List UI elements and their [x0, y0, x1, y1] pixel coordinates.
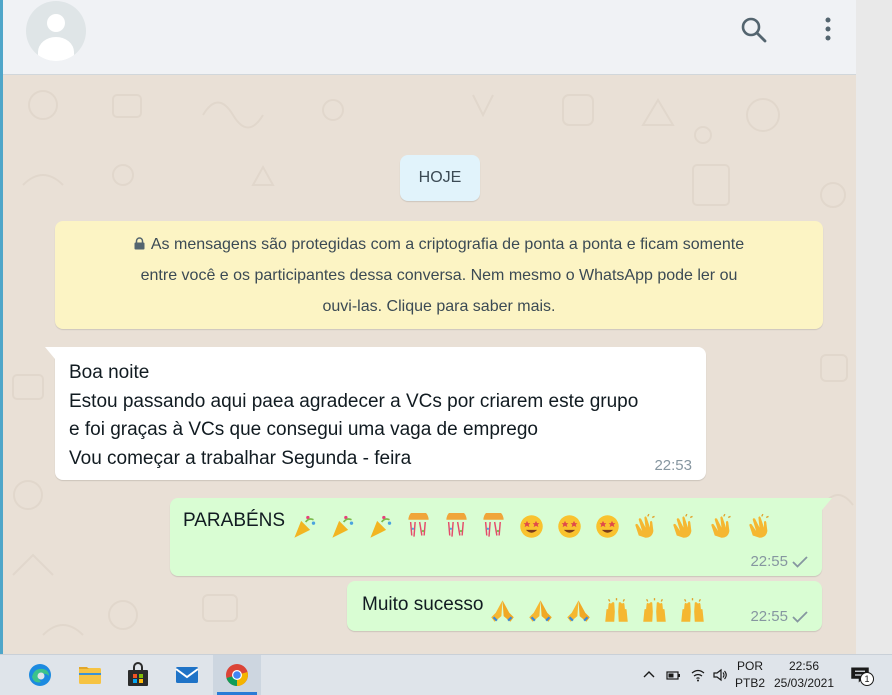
date-label: HOJE [418, 169, 462, 186]
encryption-notice[interactable]: As mensagens são protegidas com a cripto… [55, 221, 823, 329]
lock-icon [134, 237, 145, 250]
search-icon[interactable] [738, 14, 770, 46]
confetti-ball-icon [445, 510, 467, 538]
clapping-hands-icon [711, 514, 731, 539]
encryption-line-1: As mensagens são protegidas com a cripto… [79, 229, 799, 260]
tray-battery[interactable] [663, 655, 683, 695]
encryption-text-1: As mensagens são protegidas com a cripto… [150, 236, 745, 253]
message-text: PARABÉNS [183, 510, 286, 531]
window-scroll-gutter [856, 0, 892, 654]
kebab-menu-icon[interactable] [816, 14, 848, 46]
folder-icon [79, 667, 101, 684]
tray-language[interactable]: POR PTB2 [733, 655, 767, 695]
chrome-icon [226, 664, 248, 686]
message-text: Muito sucesso [362, 594, 484, 615]
folded-hands-icon [491, 600, 515, 623]
party-popper-icon [370, 516, 392, 539]
emoji-row [489, 597, 711, 624]
encryption-line-3: ouvi-las. Clique para saber mais. [322, 298, 556, 315]
tray-volume[interactable] [710, 655, 730, 695]
taskbar-edge[interactable] [16, 655, 64, 695]
tray-clock[interactable]: 22:56 25/03/2021 [770, 655, 838, 695]
sent-check-icon [792, 610, 808, 623]
contact-avatar[interactable] [26, 1, 86, 61]
message-time: 22:53 [654, 457, 692, 474]
chat-header [3, 0, 856, 75]
message-line: e foi graças à VCs que consegui uma vaga… [69, 419, 538, 441]
message-line: Estou passando aqui paea agradecer a VCs… [69, 390, 639, 412]
folded-hands-icon [567, 600, 590, 623]
message-time: 22:55 [750, 553, 788, 570]
mail-envelope-icon [175, 667, 199, 683]
tray-wifi[interactable] [688, 655, 708, 695]
message-time: 22:55 [750, 608, 788, 625]
star-struck-icon [520, 515, 544, 539]
encryption-line-2: entre você e os participantes dessa conv… [140, 267, 738, 284]
raising-hands-icon [643, 598, 666, 623]
incoming-message[interactable]: Boa noite Estou passando aqui paea agrad… [45, 347, 706, 480]
taskbar-store[interactable] [114, 655, 162, 695]
star-struck-icon [558, 515, 581, 539]
confetti-ball-icon [483, 510, 505, 538]
message-line: Vou começar a trabalhar Segunda - feira [69, 447, 412, 469]
windows-taskbar: POR PTB2 22:56 25/03/2021 1 [0, 654, 892, 695]
star-struck-icon [596, 515, 619, 539]
folded-hands-icon [529, 600, 553, 623]
raising-hands-icon [681, 598, 704, 623]
outgoing-message[interactable]: Muito sucesso 22:55 [347, 581, 822, 631]
party-popper-icon [294, 516, 316, 539]
clapping-hands-icon [673, 514, 693, 539]
keyboard-label: PTB2 [734, 676, 765, 690]
clapping-hands-icon [748, 514, 769, 539]
outgoing-bubble-tail [822, 498, 832, 510]
battery-icon [666, 671, 680, 680]
outgoing-message[interactable]: PARABÉNS 22:55 [170, 498, 832, 576]
language-label: POR [736, 659, 763, 673]
notification-center[interactable]: 1 [846, 655, 874, 695]
avatar-head-shape [47, 14, 65, 32]
clock-time: 22:56 [788, 659, 820, 673]
taskbar-chrome[interactable] [213, 655, 261, 695]
speaker-icon [713, 668, 727, 682]
taskbar-file-explorer[interactable] [66, 655, 114, 695]
confetti-ball-icon [408, 510, 429, 538]
wifi-icon [691, 669, 705, 682]
chevron-up-icon [643, 671, 655, 678]
taskbar-mail[interactable] [163, 655, 211, 695]
date-separator: HOJE [400, 155, 480, 201]
edge-icon [29, 664, 51, 686]
store-bag-icon [128, 662, 148, 686]
raising-hands-icon [605, 598, 628, 623]
sent-check-icon [792, 555, 808, 568]
clock-date: 25/03/2021 [773, 676, 835, 690]
tray-overflow[interactable] [640, 655, 658, 695]
incoming-bubble-tail [45, 347, 55, 359]
emoji-row [291, 510, 778, 540]
avatar-body-shape [38, 37, 74, 61]
message-line: Boa noite [69, 362, 150, 383]
chat-area: HOJE As mensagens são protegidas com a c… [3, 75, 856, 654]
notification-count: 1 [860, 672, 874, 686]
party-popper-icon [332, 516, 354, 539]
clapping-hands-icon [635, 514, 655, 539]
